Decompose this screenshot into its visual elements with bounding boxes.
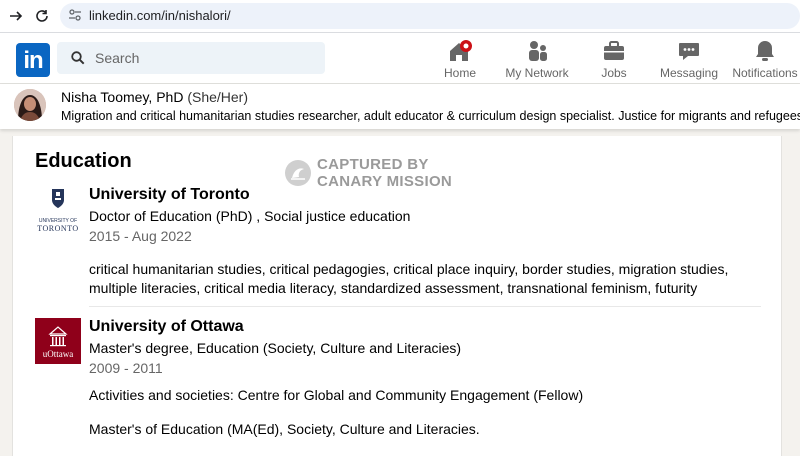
dates: 2009 - 2011 (89, 360, 163, 376)
education-section-title: Education (35, 150, 132, 172)
description: Master's of Education (MA(Ed), Society, … (89, 421, 480, 437)
nav-my-network-label: My Network (505, 66, 569, 80)
url-text: linkedin.com/in/nishalori/ (89, 8, 231, 23)
entry-divider (89, 306, 761, 307)
linkedin-header: in Search Home My Network Jobs Messaging (0, 33, 800, 84)
profile-pronouns: (She/Her) (187, 89, 249, 105)
nav-messaging-label: Messaging (660, 66, 719, 80)
briefcase-icon (604, 41, 624, 60)
activities: Activities and societies: Centre for Glo… (89, 387, 584, 403)
nav-jobs-label: Jobs (601, 66, 627, 80)
nav-home[interactable]: Home (438, 37, 482, 81)
reload-icon[interactable] (32, 6, 52, 26)
watermark-line-1: CAPTURED BY (317, 156, 429, 173)
description: critical humanitarian studies, critical … (89, 261, 729, 296)
nav-home-label: Home (443, 66, 476, 80)
university-of-toronto-logo[interactable]: UNIVERSITY OF TORONTO (35, 186, 81, 233)
nav-jobs[interactable]: Jobs (592, 37, 636, 81)
forward-arrow-icon[interactable] (6, 6, 26, 26)
school-name[interactable]: University of Toronto (89, 186, 250, 204)
profile-sticky-bar: Nisha Toomey, PhD (She/Her) Migration an… (0, 84, 800, 129)
degree: Doctor of Education (PhD) , Social justi… (89, 208, 411, 224)
degree: Master's degree, Education (Society, Cul… (89, 340, 462, 356)
browser-toolbar: linkedin.com/in/nishalori/ (0, 0, 800, 33)
address-bar[interactable]: linkedin.com/in/nishalori/ (60, 3, 800, 29)
school-name[interactable]: University of Ottawa (89, 318, 244, 336)
toronto-logo-text: TORONTO (37, 224, 79, 233)
uottawa-logo-text: uOttawa (42, 349, 74, 359)
search-input[interactable]: Search (57, 42, 325, 74)
profile-name: Nisha Toomey, PhD (61, 89, 184, 105)
nav-notifications[interactable]: Notifications (731, 37, 799, 81)
dates: 2015 - Aug 2022 (89, 228, 192, 244)
network-icon (529, 41, 547, 61)
profile-name-line: Nisha Toomey, PhD (She/Her) (61, 89, 248, 105)
home-icon (450, 40, 472, 61)
canary-logo-icon (285, 160, 311, 186)
search-icon (71, 51, 85, 65)
profile-headline: Migration and critical humanitarian stud… (61, 109, 800, 123)
toronto-crest-icon (52, 189, 64, 208)
linkedin-logo[interactable]: in (16, 43, 50, 77)
messaging-icon (679, 43, 699, 60)
university-of-ottawa-logo[interactable]: uOttawa (35, 318, 81, 364)
bell-icon (756, 41, 774, 61)
nav-messaging[interactable]: Messaging (660, 37, 718, 81)
nav-notifications-label: Notifications (732, 66, 798, 80)
education-card: Education CAPTURED BY CANARY MISSION UNI… (12, 136, 782, 456)
search-placeholder: Search (95, 50, 140, 66)
nav-my-network[interactable]: My Network (502, 37, 572, 81)
watermark-line-2: CANARY MISSION (317, 173, 453, 190)
site-settings-icon[interactable] (68, 8, 82, 22)
avatar[interactable] (14, 89, 46, 121)
